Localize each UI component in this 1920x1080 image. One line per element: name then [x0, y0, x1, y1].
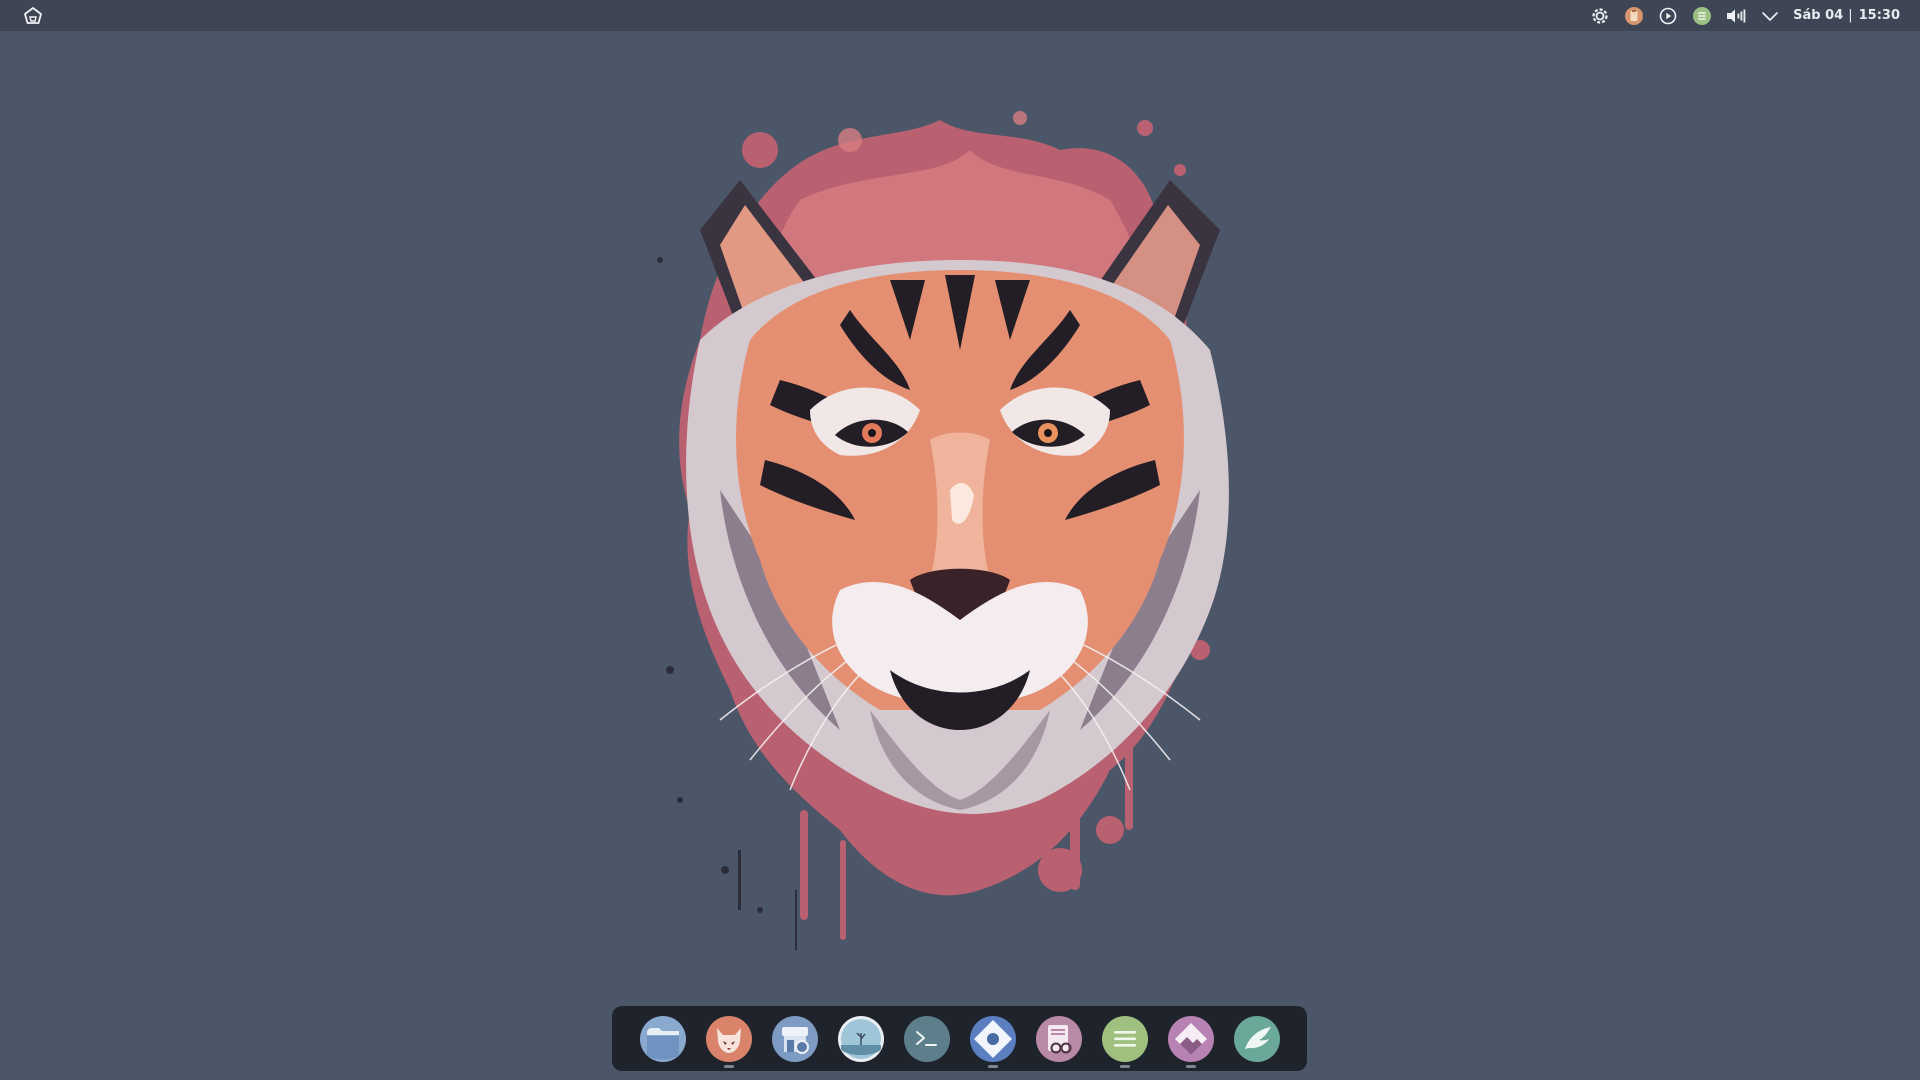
dock-item-notes[interactable]	[1092, 1006, 1158, 1071]
dock-item-software-store[interactable]	[762, 1006, 828, 1071]
store-icon	[771, 1015, 818, 1062]
app-menu-home-icon[interactable]	[22, 5, 44, 27]
dock-item-kvantum[interactable]	[1158, 1006, 1224, 1071]
clipboard-icon[interactable]	[1623, 5, 1645, 27]
reader-icon	[1035, 1015, 1082, 1062]
package-icon	[969, 1015, 1016, 1062]
dock-item-reader[interactable]	[1026, 1006, 1092, 1071]
firefox-icon	[705, 1015, 752, 1062]
dock-item-firefox[interactable]	[696, 1006, 762, 1071]
clock-time: 15:30	[1858, 8, 1900, 23]
dock-item-files[interactable]	[630, 1006, 696, 1071]
settings-gear-icon[interactable]	[1589, 5, 1611, 27]
list-icon	[1101, 1015, 1148, 1062]
dock-item-welcome[interactable]	[1224, 1006, 1290, 1071]
wallpaper-tiger-image	[657, 111, 1229, 950]
media-play-icon[interactable]	[1657, 5, 1679, 27]
desktop[interactable]: Sáb 04 | 15:30	[0, 0, 1920, 1080]
running-indicator	[1119, 1065, 1130, 1068]
dock-item-image-viewer[interactable]	[828, 1006, 894, 1071]
running-indicator	[1185, 1065, 1196, 1068]
running-indicator	[987, 1065, 998, 1068]
landscape-icon	[837, 1015, 884, 1062]
diamond-icon	[1167, 1015, 1214, 1062]
notes-icon[interactable]	[1691, 5, 1713, 27]
dock-item-terminal[interactable]	[894, 1006, 960, 1071]
volume-icon[interactable]	[1725, 5, 1747, 27]
folder-icon	[639, 1015, 686, 1062]
dock	[612, 1006, 1307, 1071]
clock-date: Sáb 04	[1793, 8, 1844, 23]
wing-icon	[1233, 1015, 1280, 1062]
dock-item-package-manager[interactable]	[960, 1006, 1026, 1071]
top-panel: Sáb 04 | 15:30	[0, 0, 1920, 31]
clock[interactable]: Sáb 04 | 15:30	[1793, 8, 1900, 23]
running-indicator	[723, 1065, 734, 1068]
clock-separator: |	[1848, 8, 1853, 23]
chevron-down-icon[interactable]	[1759, 5, 1781, 27]
terminal-icon	[903, 1015, 950, 1062]
